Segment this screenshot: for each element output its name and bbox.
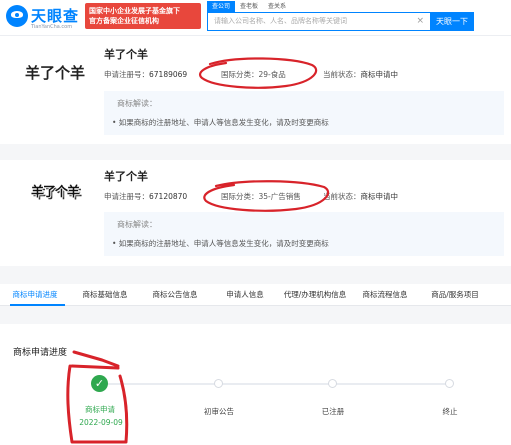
logo[interactable]: 天眼查 TianYanCha.com [6, 4, 94, 32]
explain-title: 商标解读： [117, 220, 157, 229]
tab-agency-info[interactable]: 代理/办理机构信息 [280, 284, 350, 305]
current-status-value: 商标申请中 [360, 192, 399, 201]
search-tab-company[interactable]: 查公司 [207, 1, 236, 12]
search-input[interactable] [214, 13, 404, 30]
trademark-explain-box: 商标解读： • 如果商标的注册地址、申请人等信息发生变化，请及时变更商标 [104, 212, 504, 256]
detail-tabs-area: 商标申请进度 商标基础信息 商标公告信息 申请人信息 代理/办理机构信息 商标流… [0, 266, 511, 324]
logo-name: 天眼查 [31, 7, 80, 25]
current-status-label: 当前状态： [323, 192, 361, 201]
search-tab-boss[interactable]: 查老板 [235, 1, 263, 12]
tab-basic-info[interactable]: 商标基础信息 [70, 284, 140, 305]
search-tab-relation[interactable]: 查关系 [263, 1, 291, 12]
current-status: 当前状态：商标申请中 [323, 191, 398, 202]
step-label-terminated: 终止 [442, 407, 458, 416]
detail-tabbar: 商标申请进度 商标基础信息 商标公告信息 申请人信息 代理/办理机构信息 商标流… [0, 284, 511, 306]
explain-text: • 如果商标的注册地址、申请人等信息发生变化，请及时变更商标 [112, 239, 329, 248]
explain-title: 商标解读： [117, 99, 157, 108]
registration-number-label: 申请注册号： [104, 70, 149, 79]
step-date-application: 2022-09-09 [79, 418, 123, 427]
registration-number: 申请注册号：67120870 [104, 191, 187, 202]
international-class-label: 国际分类： [221, 192, 259, 201]
step-dot-pending [328, 379, 337, 388]
logo-subtitle: TianYanCha.com [31, 24, 73, 30]
tab-process-info[interactable]: 商标流程信息 [350, 284, 420, 305]
explain-text: • 如果商标的注册地址、申请人等信息发生变化，请及时变更商标 [112, 118, 329, 127]
progress-track [100, 383, 449, 385]
search-box: × [207, 12, 431, 31]
tab-announcement-info[interactable]: 商标公告信息 [140, 284, 210, 305]
international-class-value: 29-食品 [258, 70, 286, 79]
trademark-card: 羊了个羊 羊了个羊 申请注册号：67189069 国际分类：29-食品 当前状态… [0, 36, 511, 144]
registration-number-label: 申请注册号： [104, 192, 149, 201]
step-dot-pending [214, 379, 223, 388]
registration-number-value: 67120870 [149, 192, 188, 201]
close-icon[interactable]: × [416, 16, 424, 27]
red-box-annotation [66, 350, 129, 444]
promo-banner[interactable]: 国家中小企业发展子基金旗下 官方备案企业征信机构 [85, 3, 201, 29]
top-header: 天眼查 TianYanCha.com 国家中小企业发展子基金旗下 官方备案企业征… [0, 0, 511, 36]
trademark-image[interactable]: 羊了个羊 [20, 52, 90, 92]
registration-number-value: 67189069 [149, 70, 188, 79]
step-dot-pending [445, 379, 454, 388]
trademark-explain-box: 商标解读： • 如果商标的注册地址、申请人等信息发生变化，请及时变更商标 [104, 91, 504, 135]
progress-title: 商标申请进度 [13, 348, 68, 358]
international-class: 国际分类：35-广告销售 [221, 191, 301, 202]
search-type-tabs: 查公司 查老板 查关系 [207, 1, 291, 12]
current-status-label: 当前状态： [323, 70, 361, 79]
trademark-name[interactable]: 羊了个羊 [104, 168, 148, 184]
trademark-image[interactable]: 羊了个羊 [20, 170, 90, 210]
tab-applicant-info[interactable]: 申请人信息 [210, 284, 280, 305]
current-status-value: 商标申请中 [360, 70, 399, 79]
trademark-name[interactable]: 羊了个羊 [104, 46, 148, 62]
tab-goods-services[interactable]: 商品/服务项目 [420, 284, 490, 305]
trademark-card: 羊了个羊 羊了个羊 申请注册号：67120870 国际分类：35-广告销售 当前… [0, 160, 511, 266]
step-label-registered: 已注册 [321, 407, 345, 416]
active-tab-indicator [10, 304, 65, 306]
international-class-label: 国际分类： [221, 70, 259, 79]
check-icon: ✓ [91, 375, 108, 392]
international-class-value: 35-广告销售 [258, 192, 301, 201]
card-separator [0, 144, 511, 160]
international-class: 国际分类：29-食品 [221, 69, 286, 80]
banner-line-2: 官方备案企业征信机构 [89, 17, 159, 25]
registration-number: 申请注册号：67189069 [104, 69, 187, 80]
current-status: 当前状态：商标申请中 [323, 69, 398, 80]
step-label-application: 商标申请 [85, 405, 115, 414]
step-label-preliminary: 初审公告 [204, 407, 234, 416]
search-button[interactable]: 天眼一下 [430, 12, 474, 31]
application-progress-section: 商标申请进度 ✓ 商标申请 2022-09-09 初审公告 已注册 终止 [0, 324, 511, 445]
tab-application-progress[interactable]: 商标申请进度 [0, 284, 70, 305]
logo-eye-icon [6, 5, 28, 27]
banner-line-1: 国家中小企业发展子基金旗下 [89, 7, 180, 15]
